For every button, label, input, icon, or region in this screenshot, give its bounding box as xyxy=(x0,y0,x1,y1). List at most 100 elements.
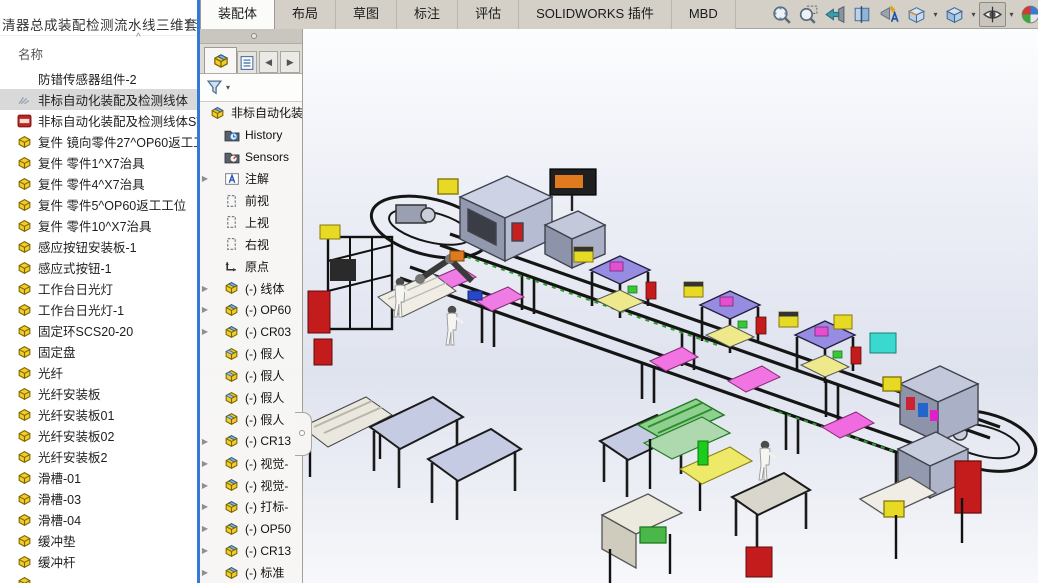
file-row[interactable]: 感应按钮安装板-1 xyxy=(0,236,197,257)
hide-show-items-icon[interactable] xyxy=(979,2,1006,27)
file-row[interactable]: 防错传感器组件-2 xyxy=(0,68,197,89)
tab-property-manager[interactable] xyxy=(237,51,257,73)
ribbon-tab[interactable]: 草图 xyxy=(336,0,398,29)
file-row[interactable]: 光纤 xyxy=(0,362,197,383)
file-row[interactable]: 缓冲垫 xyxy=(0,530,197,551)
expand-arrow-icon[interactable]: ▶ xyxy=(200,174,210,183)
file-row[interactable]: 感应式按钮-1 xyxy=(0,257,197,278)
panel-tab-scroll-right[interactable]: ▶ xyxy=(280,51,300,73)
zoom-to-fit-icon[interactable] xyxy=(768,2,795,27)
expand-arrow-icon[interactable]: ▶ xyxy=(200,459,210,468)
filter-funnel-icon xyxy=(206,80,223,95)
tree-item[interactable]: ▶ (-) CR13 xyxy=(200,540,302,562)
panel-splitter-handle[interactable] xyxy=(295,412,312,456)
file-row[interactable]: 工作台日光灯 xyxy=(0,278,197,299)
file-row[interactable]: 光纤安装板2 xyxy=(0,446,197,467)
part-icon xyxy=(17,198,33,212)
tree-item[interactable]: 上视 xyxy=(200,211,302,233)
panel-grip[interactable] xyxy=(200,29,302,44)
tree-item-label: (-) 假人 xyxy=(245,347,285,362)
filter-dropdown-caret[interactable]: ▾ xyxy=(226,83,230,92)
tree-item[interactable]: (-) 假人 xyxy=(200,408,302,430)
tree-item[interactable]: ▶ (-) 视觉- xyxy=(200,474,302,496)
file-row[interactable]: 复件 零件1^X7治具 xyxy=(0,152,197,173)
file-row[interactable]: 缓冲杆 xyxy=(0,551,197,572)
explorer-folder-title[interactable]: 清器总成装配检测流水线三维套图 » xyxy=(0,10,197,36)
tree-item[interactable]: ▶ 注解 xyxy=(200,168,302,190)
tree-item[interactable]: (-) 假人 xyxy=(200,343,302,365)
tree-item[interactable]: (-) 假人 xyxy=(200,387,302,409)
file-row[interactable] xyxy=(0,572,197,583)
file-row[interactable]: 光纤安装板01 xyxy=(0,404,197,425)
section-view-icon[interactable] xyxy=(849,2,876,27)
lamp-box xyxy=(833,314,853,330)
expand-arrow-icon[interactable]: ▶ xyxy=(200,327,210,336)
graphics-viewport[interactable] xyxy=(200,29,1038,583)
file-row[interactable]: 非标自动化装配及检测线体ST xyxy=(0,110,197,131)
operator-figure xyxy=(757,439,778,482)
component-icon xyxy=(224,522,241,536)
tree-item[interactable]: 前视 xyxy=(200,190,302,212)
file-row[interactable]: 复件 零件10^X7治具 xyxy=(0,215,197,236)
tree-item[interactable]: ▶ (-) OP60 xyxy=(200,299,302,321)
tree-item-label: (-) CR03 xyxy=(245,324,292,339)
file-row[interactable]: 滑槽-04 xyxy=(0,509,197,530)
view-orientation-dropdown-caret[interactable]: ▾ xyxy=(930,2,941,27)
ribbon-tab[interactable]: SOLIDWORKS 插件 xyxy=(519,0,672,29)
expand-arrow-icon[interactable]: ▶ xyxy=(200,502,210,511)
tree-item[interactable]: 原点 xyxy=(200,255,302,277)
file-row[interactable]: 光纤安装板 xyxy=(0,383,197,404)
file-row[interactable]: 工作台日光灯-1 xyxy=(0,299,197,320)
tree-item[interactable]: ▶ (-) 打标- xyxy=(200,496,302,518)
tree-item[interactable]: ▶ (-) 线体 xyxy=(200,277,302,299)
zoom-to-area-icon[interactable] xyxy=(795,2,822,27)
chevron-more-icon[interactable]: » xyxy=(184,14,191,28)
tab-feature-tree[interactable] xyxy=(204,47,238,73)
expand-arrow-icon[interactable]: ▶ xyxy=(200,524,210,533)
file-row[interactable]: 固定环SCS20-20 xyxy=(0,320,197,341)
dynamic-annotation-views-icon[interactable] xyxy=(876,2,903,27)
tree-item[interactable]: ▶ (-) 标准 xyxy=(200,562,302,583)
column-header-name[interactable]: 名称 xyxy=(18,44,43,63)
file-row[interactable]: 滑槽-03 xyxy=(0,488,197,509)
expand-arrow-icon[interactable]: ▶ xyxy=(200,546,210,555)
component-part-icon xyxy=(224,412,241,426)
part-icon xyxy=(17,282,33,296)
tree-item[interactable]: ▶ (-) CR13 xyxy=(200,430,302,452)
tree-item[interactable]: 右视 xyxy=(200,233,302,255)
display-style-dropdown-caret[interactable]: ▾ xyxy=(968,2,979,27)
expand-arrow-icon[interactable]: ▶ xyxy=(200,437,210,446)
tree-item[interactable]: ▶ (-) CR03 xyxy=(200,321,302,343)
tree-filter[interactable]: ▾ xyxy=(200,74,302,102)
expand-arrow-icon[interactable]: ▶ xyxy=(200,568,210,577)
sldasm-ghost-icon xyxy=(17,93,33,107)
ribbon-tab[interactable]: 装配体 xyxy=(200,0,276,29)
view-orientation-icon[interactable] xyxy=(903,2,930,27)
edit-appearance-icon[interactable] xyxy=(1017,2,1038,27)
previous-view-icon[interactable] xyxy=(822,2,849,27)
tree-item[interactable]: ▶ (-) OP50 xyxy=(200,518,302,540)
tree-item[interactable]: (-) 假人 xyxy=(200,365,302,387)
file-row[interactable]: 光纤安装板02 xyxy=(0,425,197,446)
tree-item[interactable]: Sensors xyxy=(200,146,302,168)
file-row[interactable]: 非标自动化装配及检测线体 xyxy=(0,89,197,110)
tree-item[interactable]: 非标自动化装 xyxy=(200,102,302,124)
ribbon-tab[interactable]: 评估 xyxy=(458,0,520,29)
file-row[interactable]: 滑槽-01 xyxy=(0,467,197,488)
sort-ascending-icon[interactable]: ^ xyxy=(136,32,141,43)
ribbon-tab[interactable]: 标注 xyxy=(397,0,459,29)
file-row[interactable]: 复件 零件5^OP60返工工位 xyxy=(0,194,197,215)
expand-arrow-icon[interactable]: ▶ xyxy=(200,284,210,293)
tree-item[interactable]: ▶ (-) 视觉- xyxy=(200,452,302,474)
display-style-icon[interactable] xyxy=(941,2,968,27)
ribbon-tab[interactable]: MBD xyxy=(671,0,736,29)
tree-item[interactable]: History xyxy=(200,124,302,146)
panel-tab-scroll-left[interactable]: ◀ xyxy=(258,51,279,73)
file-row[interactable]: 复件 零件4^X7治具 xyxy=(0,173,197,194)
expand-arrow-icon[interactable]: ▶ xyxy=(200,305,210,314)
file-row[interactable]: 固定盘 xyxy=(0,341,197,362)
file-row[interactable]: 复件 镜向零件27^OP60返工工 xyxy=(0,131,197,152)
expand-arrow-icon[interactable]: ▶ xyxy=(200,481,210,490)
ribbon-tab[interactable]: 布局 xyxy=(275,0,337,29)
hide-show-items-dropdown-caret[interactable]: ▾ xyxy=(1006,2,1017,27)
